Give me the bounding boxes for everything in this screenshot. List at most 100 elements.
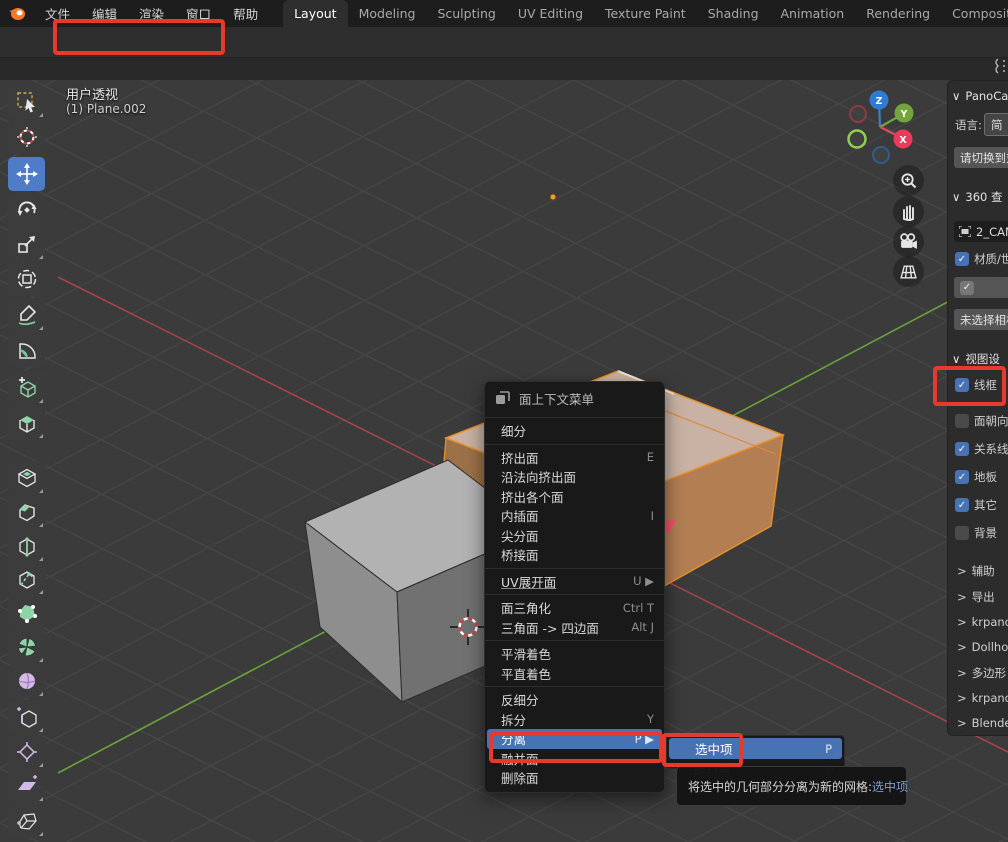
blender-logo-icon[interactable] <box>0 7 34 21</box>
cursor-tool[interactable] <box>8 120 45 154</box>
menu-window[interactable]: 窗口 <box>175 0 222 27</box>
menu-item-bridge-faces[interactable]: 桥接面 <box>485 545 664 565</box>
sidebar-section-view-settings[interactable]: ∨视图设 <box>952 351 1000 367</box>
tab-shading[interactable]: Shading <box>697 0 770 27</box>
menu-item-dissolve-faces[interactable]: 融并面 <box>485 749 664 769</box>
submenu-item-selection[interactable]: 选中项P <box>669 738 842 759</box>
gizmo-y-label: Y <box>900 109 908 120</box>
menu-item-unsubdivide[interactable]: 反细分 <box>485 690 664 710</box>
other-checkbox[interactable]: ✓其它 <box>955 497 997 513</box>
wireframe-checkbox[interactable]: ✓线框 <box>955 377 997 393</box>
scale-tool[interactable] <box>8 227 45 261</box>
menu-item-subdivide[interactable]: 细分 <box>485 421 664 441</box>
menu-item-separate[interactable]: 分离P ▶ <box>487 729 662 749</box>
tool-settings-bar <box>0 57 1008 80</box>
menu-edit[interactable]: 编辑 <box>81 0 128 27</box>
tab-layout[interactable]: Layout <box>283 0 348 27</box>
face-orientation-checkbox[interactable]: 面朝向 <box>955 413 1008 429</box>
active-object-label: (1) Plane.002 <box>66 102 146 116</box>
menu-item-extrude-along-normals[interactable]: 沿法向挤出面 <box>485 467 664 487</box>
inset-faces-tool[interactable] <box>8 461 45 495</box>
material-world-checkbox[interactable]: ✓ 材质/世界 <box>955 251 1008 267</box>
annotate-tool[interactable] <box>8 298 45 332</box>
menu-item-split[interactable]: 拆分Y <box>485 710 664 730</box>
knife-tool[interactable] <box>8 562 45 596</box>
shear-tool[interactable] <box>8 769 45 803</box>
spin-tool[interactable] <box>8 630 45 664</box>
relationship-lines-checkbox[interactable]: ✓关系线 <box>955 441 1008 457</box>
menu-item-delete-faces[interactable]: 删除面 <box>485 768 664 788</box>
tab-compositing[interactable]: Compositing <box>941 0 1008 27</box>
menu-help[interactable]: 帮助 <box>222 0 269 27</box>
menu-item-uv-unwrap[interactable]: UV展开面U ▶ <box>485 572 664 592</box>
checkbox-checked-icon[interactable]: ✓ <box>955 252 969 266</box>
gray-checkbox-row[interactable]: ✓ <box>954 277 1008 298</box>
transform-tool[interactable] <box>8 262 45 296</box>
tab-animation[interactable]: Animation <box>770 0 856 27</box>
sidebar-section-panocam[interactable]: ∨PanoCama <box>952 89 1008 103</box>
tab-uv-editing[interactable]: UV Editing <box>507 0 594 27</box>
smooth-tool[interactable] <box>8 664 45 698</box>
bevel-tool[interactable] <box>8 495 45 529</box>
no-camera-button[interactable]: 未选择相机 <box>954 309 1008 330</box>
menu-separator <box>485 568 664 569</box>
camera-field[interactable]: 2_CAM <box>954 221 1008 242</box>
background-checkbox[interactable]: 背景 <box>955 525 997 541</box>
shrink-fatten-tool[interactable] <box>8 735 45 769</box>
menu-item-extrude-individual[interactable]: 挤出各个面 <box>485 487 664 507</box>
menu-item-shade-flat[interactable]: 平直着色 <box>485 664 664 684</box>
gizmo-neg-y-axis[interactable] <box>849 131 866 148</box>
camera-data-icon <box>959 226 971 237</box>
select-box-tool[interactable] <box>8 85 45 119</box>
tab-sculpting[interactable]: Sculpting <box>426 0 506 27</box>
rip-region-tool[interactable] <box>8 804 45 838</box>
menu-separator <box>485 640 664 641</box>
section-polygon[interactable]: >多边形 <box>957 665 1006 681</box>
separate-submenu: 选中项P 按材质P <box>666 735 845 769</box>
partially-visible-icon[interactable] <box>992 57 1008 75</box>
menu-item-extrude-faces[interactable]: 挤出面E <box>485 448 664 468</box>
menu-item-triangulate[interactable]: 面三角化Ctrl T <box>485 598 664 618</box>
perspective-grid-icon[interactable] <box>893 256 924 287</box>
view-perspective-label: 用户透视 <box>66 84 118 103</box>
pan-hand-icon[interactable] <box>893 196 924 227</box>
sidebar-section-360[interactable]: ∨360 查 <box>952 189 1003 205</box>
measure-tool[interactable] <box>8 333 45 367</box>
section-blender[interactable]: >Blende <box>957 716 1008 730</box>
loop-cut-tool[interactable] <box>8 529 45 563</box>
tab-texture-paint[interactable]: Texture Paint <box>594 0 697 27</box>
section-export[interactable]: >导出 <box>957 589 995 605</box>
edge-slide-tool[interactable] <box>8 700 45 734</box>
menu-item-inset-faces[interactable]: 内插面I <box>485 506 664 526</box>
extrude-region-tool[interactable] <box>8 406 45 440</box>
gizmo-neg-z-axis[interactable] <box>873 147 889 163</box>
move-tool[interactable] <box>8 157 45 191</box>
topbar: 文件 编辑 渲染 窗口 帮助 Layout Modeling Sculpting… <box>0 0 1008 27</box>
floor-checkbox[interactable]: ✓地板 <box>955 469 997 485</box>
poly-build-tool[interactable] <box>8 596 45 630</box>
camera-view-icon[interactable] <box>893 226 924 257</box>
section-assist[interactable]: >辅助 <box>957 563 995 579</box>
context-menu-header: 面上下文菜单 <box>485 382 664 414</box>
section-dollhouse[interactable]: >Dollhou <box>957 640 1008 654</box>
menu-item-tris-to-quads[interactable]: 三角面 -> 四边面Alt J <box>485 618 664 638</box>
switch-button[interactable]: 请切换到对 <box>954 147 1008 168</box>
navigation-gizmo[interactable]: Z Y X <box>836 85 928 171</box>
language-dropdown[interactable]: 简 <box>984 113 1008 136</box>
section-krpano-2[interactable]: >krpano <box>957 691 1008 705</box>
add-cube-tool[interactable] <box>8 371 45 405</box>
tab-rendering[interactable]: Rendering <box>855 0 941 27</box>
viewport-header <box>0 27 1008 57</box>
gizmo-x-label: X <box>899 135 907 146</box>
gizmo-neg-x-axis[interactable] <box>850 106 866 122</box>
checkbox-gray-icon[interactable]: ✓ <box>960 281 974 295</box>
menu-item-poke-faces[interactable]: 尖分面 <box>485 526 664 546</box>
menu-item-shade-smooth[interactable]: 平滑着色 <box>485 644 664 664</box>
tab-modeling[interactable]: Modeling <box>348 0 427 27</box>
rotate-tool[interactable] <box>8 193 45 227</box>
menu-file[interactable]: 文件 <box>34 0 81 27</box>
separate-tooltip: 将选中的几何部分分离为新的网格: 选中项 <box>676 766 907 806</box>
section-krpano[interactable]: >krpano <box>957 615 1008 629</box>
zoom-icon[interactable] <box>893 165 924 196</box>
menu-render[interactable]: 渲染 <box>128 0 175 27</box>
